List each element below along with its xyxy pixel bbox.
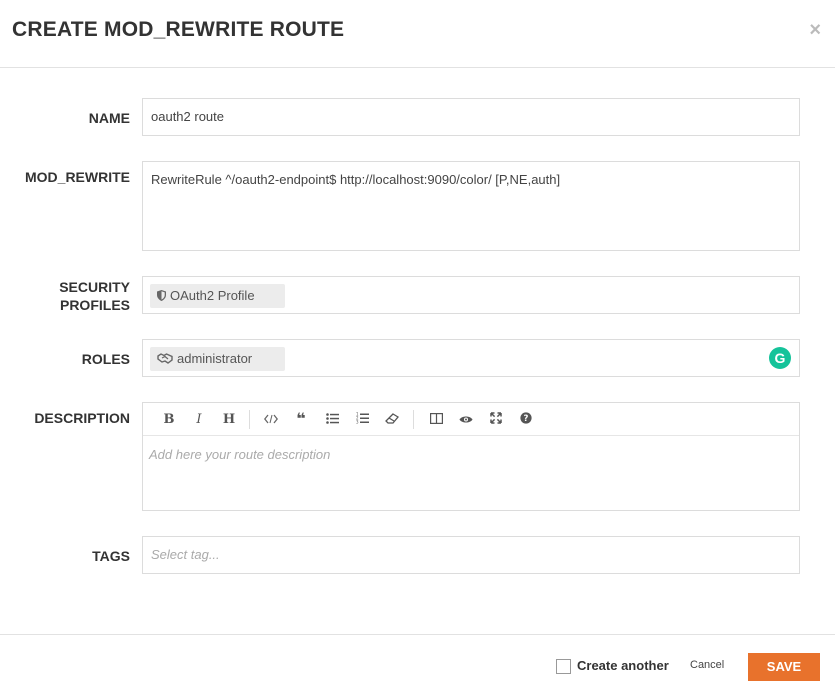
- help-icon[interactable]: ?: [516, 410, 536, 430]
- tags-label: TAGS: [92, 548, 130, 564]
- svg-text:?: ?: [524, 414, 529, 424]
- security-profile-chip[interactable]: OAuth2 Profile: [150, 284, 285, 308]
- tags-placeholder: Select tag...: [151, 547, 220, 562]
- unordered-list-icon[interactable]: [322, 410, 342, 430]
- description-editor[interactable]: B I H ❝ 123 ? Add here your route descri…: [142, 402, 800, 511]
- create-another-label[interactable]: Create another: [577, 658, 669, 673]
- modal-footer: Create another Cancel SAVE: [0, 634, 835, 693]
- modal-title: CREATE MOD_REWRITE ROUTE: [12, 18, 345, 41]
- security-profile-chip-label: OAuth2 Profile: [170, 288, 255, 303]
- code-icon[interactable]: [261, 410, 281, 430]
- security-profiles-label: SECURITY PROFILES: [0, 278, 130, 314]
- mod-rewrite-textarea[interactable]: RewriteRule ^/oauth2-endpoint$ http://lo…: [142, 161, 800, 251]
- security-profiles-select[interactable]: OAuth2 Profile: [142, 276, 800, 314]
- role-chip-label: administrator: [177, 351, 253, 366]
- ordered-list-icon[interactable]: 123: [352, 410, 372, 430]
- mod-rewrite-value: RewriteRule ^/oauth2-endpoint$ http://lo…: [151, 172, 561, 187]
- security-profiles-label-line1: SECURITY: [59, 279, 130, 295]
- side-by-side-icon[interactable]: [426, 410, 446, 430]
- save-button[interactable]: SAVE: [748, 653, 820, 681]
- eraser-icon[interactable]: [382, 410, 402, 430]
- shield-icon: [157, 284, 166, 308]
- name-input[interactable]: oauth2 route: [142, 98, 800, 136]
- name-input-value: oauth2 route: [151, 109, 225, 124]
- toolbar-separator: [413, 410, 414, 429]
- quote-icon[interactable]: ❝: [291, 410, 311, 430]
- mod-rewrite-label: MOD_REWRITE: [25, 169, 130, 185]
- bold-icon[interactable]: B: [159, 410, 179, 430]
- roles-label: ROLES: [81, 351, 130, 367]
- handshake-icon: [157, 347, 173, 371]
- roles-select[interactable]: administrator G: [142, 339, 800, 377]
- role-chip[interactable]: administrator: [150, 347, 285, 371]
- description-label: DESCRIPTION: [34, 410, 130, 426]
- heading-icon[interactable]: H: [219, 410, 239, 430]
- editor-toolbar: B I H ❝ 123 ?: [143, 403, 799, 436]
- modal-header: CREATE MOD_REWRITE ROUTE ×: [0, 0, 835, 68]
- description-placeholder: Add here your route description: [149, 447, 331, 462]
- toolbar-separator: [249, 410, 250, 429]
- grammarly-icon[interactable]: G: [769, 347, 791, 369]
- preview-icon[interactable]: [456, 410, 476, 430]
- svg-text:3: 3: [356, 420, 359, 425]
- italic-icon[interactable]: I: [189, 410, 209, 430]
- security-profiles-label-line2: PROFILES: [59, 297, 130, 313]
- fullscreen-icon[interactable]: [486, 410, 506, 430]
- create-another-checkbox[interactable]: [556, 659, 571, 674]
- close-icon[interactable]: ×: [809, 20, 821, 40]
- name-label: NAME: [88, 110, 130, 126]
- cancel-button[interactable]: Cancel: [690, 659, 724, 671]
- tags-select[interactable]: Select tag...: [142, 536, 800, 574]
